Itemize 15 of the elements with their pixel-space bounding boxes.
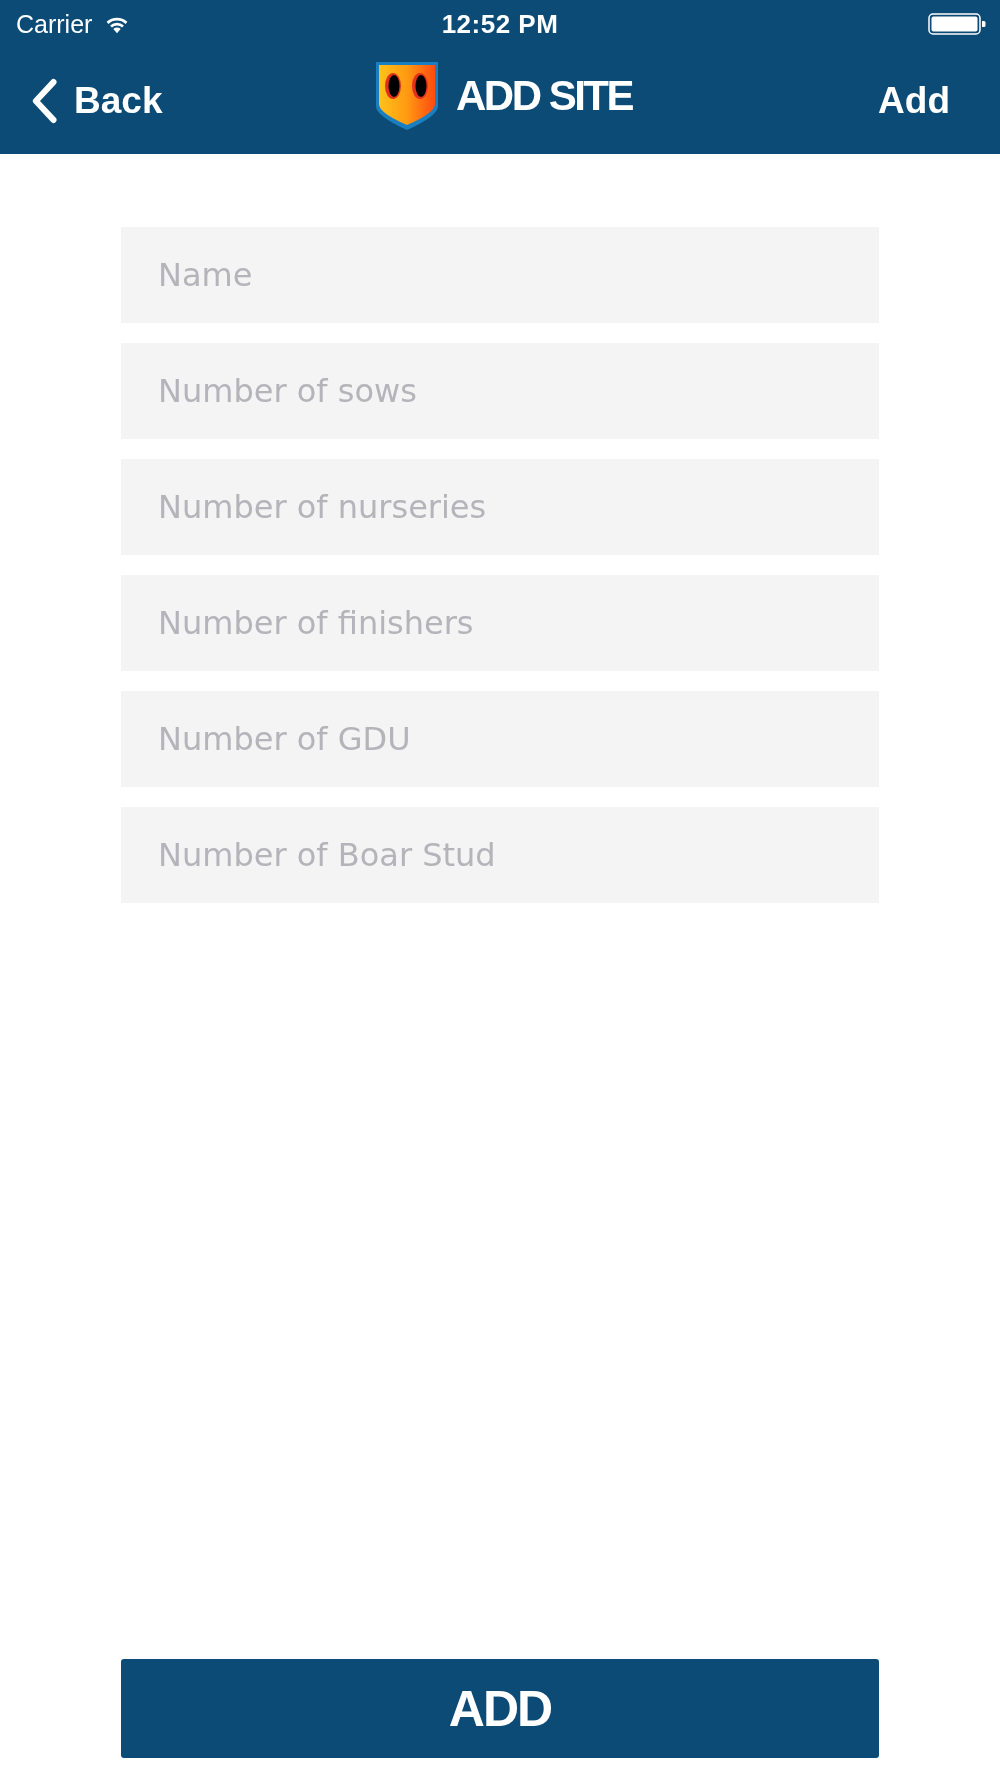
input-field[interactable]: Number of sows bbox=[121, 343, 879, 439]
battery-icon bbox=[928, 13, 986, 35]
back-button[interactable]: Back bbox=[30, 78, 163, 124]
clock-time: 12:52 PM bbox=[441, 8, 559, 40]
shield-logo-icon bbox=[374, 60, 440, 132]
add-button[interactable]: ADD bbox=[121, 1659, 879, 1758]
carrier-label: Carrier bbox=[16, 9, 93, 39]
input-field[interactable]: Number of GDU bbox=[121, 691, 879, 787]
input-field[interactable]: Name bbox=[121, 227, 879, 323]
chevron-left-icon bbox=[30, 78, 58, 124]
add-link-button[interactable]: Add bbox=[878, 80, 950, 122]
input-field[interactable]: Number of finishers bbox=[121, 575, 879, 671]
input-field[interactable]: Number of nurseries bbox=[121, 459, 879, 555]
input-field[interactable]: Number of Boar Stud bbox=[121, 807, 879, 903]
page-title: ADD SITE bbox=[456, 75, 632, 117]
